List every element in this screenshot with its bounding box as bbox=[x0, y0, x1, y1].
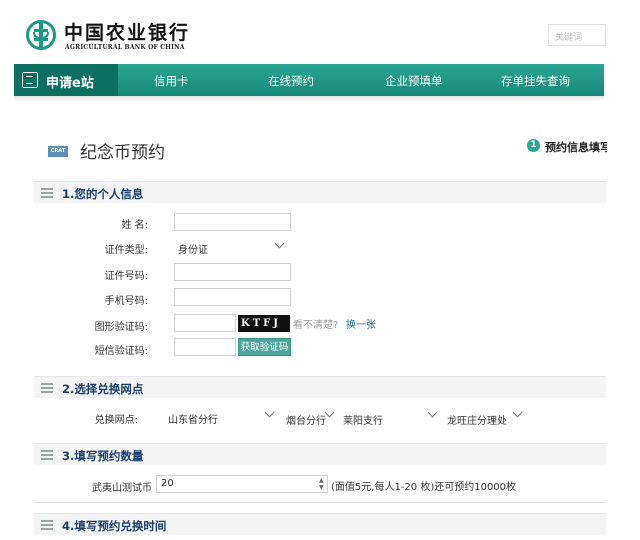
chevron-down-icon[interactable] bbox=[324, 407, 335, 418]
chevron-down-icon[interactable] bbox=[512, 407, 523, 418]
section-divider bbox=[34, 502, 606, 503]
sms-code-label: 短信验证码: bbox=[94, 346, 148, 357]
bank-name-cn: 中国农业银行 bbox=[64, 22, 191, 44]
sms-code-input[interactable] bbox=[174, 338, 236, 356]
id-type-label: 证件类型: bbox=[104, 245, 148, 256]
chevron-down-icon[interactable] bbox=[427, 407, 438, 418]
quantity-stepper[interactable]: 20 bbox=[156, 475, 328, 493]
phone-label: 手机号码: bbox=[104, 296, 148, 307]
list-icon bbox=[41, 383, 53, 393]
captcha-unclear-text: 看不清楚? bbox=[293, 320, 339, 331]
section-title: 4.填写预约兑换时间 bbox=[62, 519, 167, 533]
nav-item-online-booking[interactable]: 在线预约 bbox=[268, 73, 314, 89]
id-type-select[interactable]: 身份证 bbox=[178, 241, 208, 256]
search-input[interactable]: 关键词 bbox=[548, 24, 606, 46]
section-title: 2.选择兑换网点 bbox=[62, 382, 144, 396]
step-number-badge: 1 bbox=[527, 139, 540, 152]
id-number-input[interactable] bbox=[174, 263, 291, 281]
nav-item-enterprise-form[interactable]: 企业预填单 bbox=[385, 73, 443, 89]
site-header: 中国农业银行 AGRICULTURAL BANK OF CHINA 关键词 bbox=[0, 0, 640, 62]
list-icon bbox=[41, 520, 53, 530]
section-outlet: 2.选择兑换网点 bbox=[34, 376, 606, 398]
nav-apply-label: 申请e站 bbox=[46, 76, 94, 91]
spinner-arrows-icon[interactable]: ▲ ▼ bbox=[319, 477, 324, 491]
nav-item-deposit-loss[interactable]: 存单挂失查询 bbox=[501, 73, 570, 89]
province-select[interactable]: 山东省分行 bbox=[168, 411, 218, 426]
chevron-down-icon[interactable] bbox=[274, 238, 285, 249]
city-select[interactable]: 烟台分行 bbox=[286, 412, 326, 427]
section-exchange-time: 4.填写预约兑换时间 bbox=[34, 513, 606, 535]
step-label: 预约信息填写 bbox=[545, 141, 607, 154]
section-personal-info: 1.您的个人信息 bbox=[34, 181, 606, 203]
coin-title-icon: CRAT bbox=[48, 146, 68, 157]
get-sms-code-button[interactable]: 获取验证码 bbox=[238, 338, 291, 356]
chevron-down-icon[interactable] bbox=[264, 407, 275, 418]
list-icon bbox=[41, 188, 53, 198]
name-label: 姓 名: bbox=[121, 220, 148, 231]
main-nav: 申请e站 信用卡 在线预约 企业预填单 存单挂失查询 bbox=[14, 64, 604, 96]
page-title: 纪念币预约 bbox=[80, 143, 165, 163]
captcha-refresh-link[interactable]: 换一张 bbox=[346, 316, 376, 331]
abc-logo-icon[interactable] bbox=[26, 20, 56, 50]
outlet-label: 兑换网点: bbox=[94, 415, 138, 426]
bank-name-en: AGRICULTURAL BANK OF CHINA bbox=[65, 44, 185, 51]
list-icon bbox=[41, 450, 53, 460]
section-title: 1.您的个人信息 bbox=[62, 187, 144, 201]
nav-apply-station[interactable]: 申请e站 bbox=[14, 64, 118, 96]
name-input[interactable] bbox=[174, 213, 291, 231]
section-title: 3.填写预约数量 bbox=[62, 449, 144, 463]
id-number-label: 证件号码: bbox=[104, 271, 148, 282]
coin-name-label: 武夷山测试币 bbox=[92, 483, 152, 494]
nav-item-credit-card[interactable]: 信用卡 bbox=[154, 73, 189, 89]
phone-input[interactable] bbox=[174, 288, 291, 306]
branch-select[interactable]: 莱阳支行 bbox=[343, 412, 383, 427]
nav-shadow bbox=[14, 96, 604, 102]
captcha-image[interactable]: KTFJ bbox=[238, 315, 290, 332]
section-quantity: 3.填写预约数量 bbox=[34, 443, 606, 465]
sub-branch-select[interactable]: 龙旺庄分理处 bbox=[447, 412, 507, 427]
captcha-label: 图形验证码: bbox=[94, 322, 148, 333]
apply-form-icon bbox=[22, 72, 38, 88]
quantity-note: (面值5元,每人1-20 枚)还可预约10000枚 bbox=[331, 482, 517, 493]
captcha-input[interactable] bbox=[174, 314, 236, 332]
